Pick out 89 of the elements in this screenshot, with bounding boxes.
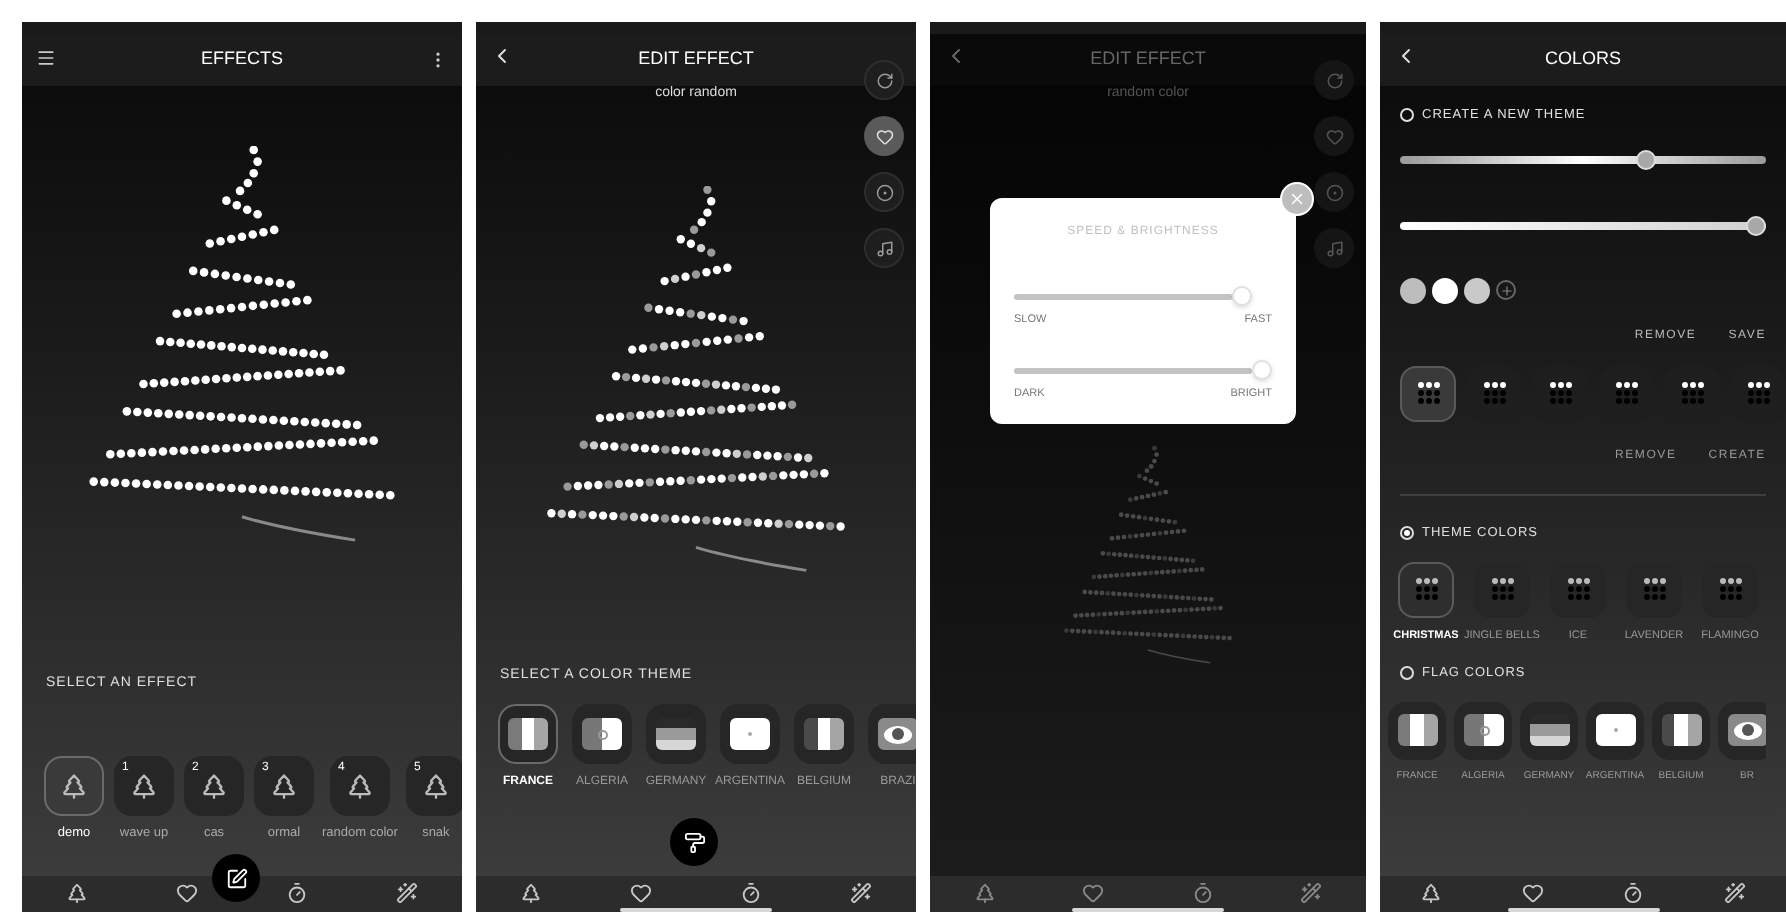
wand-icon[interactable]: [850, 882, 872, 904]
rotate-icon: [875, 71, 893, 89]
radio-button[interactable]: [1400, 666, 1414, 681]
tree-icon[interactable]: [973, 882, 996, 904]
flag-icon: [804, 718, 844, 750]
flag-tile[interactable]: [794, 704, 854, 764]
color-swatch[interactable]: [1464, 277, 1490, 304]
flag-tile[interactable]: [498, 704, 558, 764]
dot-grid-icon: [1549, 382, 1571, 405]
radio-button[interactable]: [1400, 526, 1414, 541]
timer-icon[interactable]: [1622, 882, 1645, 904]
tree-icon: [421, 771, 450, 799]
screen-title: EDIT EFFECT: [1088, 46, 1208, 73]
flag-icon: [1397, 714, 1437, 746]
tree-icon[interactable]: [66, 882, 88, 904]
dot-grid-icon: [1417, 382, 1439, 405]
heart-icon[interactable]: [630, 882, 652, 904]
slider-thumb: [1252, 360, 1272, 381]
dot-grid-icon: [1681, 382, 1703, 405]
flag-tile[interactable]: [646, 704, 706, 764]
wand-icon[interactable]: [396, 882, 418, 904]
flag-icon: [878, 718, 916, 750]
heart-icon[interactable]: [176, 882, 198, 904]
color-swatch[interactable]: [1432, 277, 1458, 304]
flag-tile[interactable]: [1652, 701, 1710, 759]
flag-icon: [1661, 714, 1701, 746]
effect-tile[interactable]: [44, 755, 104, 815]
flag-tile[interactable]: [1388, 701, 1446, 759]
slider-thumb: [1232, 286, 1253, 306]
close-icon: [1288, 190, 1306, 208]
flag-icon: [1727, 714, 1766, 746]
flag-icon: [1529, 714, 1569, 746]
theme-tile[interactable]: [1398, 561, 1454, 617]
dot-grid-icon: [1415, 578, 1437, 600]
heart-icon[interactable]: [1082, 882, 1105, 904]
flag-tile[interactable]: [572, 704, 632, 764]
dialog-slider[interactable]: [1014, 360, 1272, 381]
heart-icon: [875, 127, 893, 145]
flag-tile[interactable]: [868, 704, 916, 764]
flag-tile[interactable]: [1454, 701, 1512, 759]
flag-icon: [656, 718, 696, 750]
flag-icon: [582, 718, 622, 750]
screen-title: EDIT EFFECT: [636, 46, 756, 73]
hue-slider[interactable]: [1400, 149, 1766, 170]
radio-button[interactable]: [1400, 108, 1414, 123]
heart-icon: [1325, 127, 1343, 145]
flag-icon: [1463, 714, 1503, 746]
screen-title: EFFECTS: [198, 46, 285, 73]
dot-grid-icon: [1483, 382, 1505, 405]
target-icon: [1325, 183, 1343, 201]
flag-icon: [730, 718, 770, 750]
tree-icon: [60, 771, 88, 799]
tree-icon: [200, 771, 228, 799]
timer-icon[interactable]: [740, 882, 762, 904]
add-color-button[interactable]: [1496, 280, 1516, 301]
dot-grid-icon: [1567, 578, 1589, 600]
dot-grid-icon: [1615, 382, 1637, 405]
plus-icon: [1499, 283, 1513, 298]
dot-grid-icon: [1643, 578, 1665, 600]
brightness-slider[interactable]: [1400, 215, 1766, 236]
edit-icon: [225, 867, 247, 889]
tree-icon: [130, 771, 158, 799]
flag-tile[interactable]: [720, 704, 780, 764]
screen-title: COLORS: [1542, 46, 1623, 73]
flag-tile[interactable]: [1520, 701, 1578, 759]
tree-icon: [270, 771, 298, 799]
wand-icon[interactable]: [1300, 882, 1323, 904]
dot-grid-icon: [1719, 578, 1741, 600]
tree-icon[interactable]: [1419, 882, 1442, 904]
target-icon: [875, 183, 893, 201]
paint-roller-icon: [683, 831, 705, 853]
flag-tile[interactable]: [1718, 701, 1766, 759]
rotate-icon: [1325, 71, 1343, 89]
dot-grid-icon: [1491, 578, 1513, 600]
timer-icon[interactable]: [286, 882, 308, 904]
color-swatch[interactable]: [1400, 277, 1426, 304]
tree-icon: [345, 771, 374, 799]
music-icon: [1325, 239, 1343, 257]
flag-tile[interactable]: [1586, 701, 1644, 759]
theme-tile[interactable]: [1400, 365, 1456, 422]
wand-icon[interactable]: [1724, 882, 1747, 904]
timer-icon[interactable]: [1191, 882, 1214, 904]
flag-icon: [508, 718, 548, 750]
tree-icon[interactable]: [520, 882, 542, 904]
heart-icon[interactable]: [1521, 882, 1544, 904]
music-icon: [875, 239, 893, 257]
menu-icon[interactable]: [36, 48, 56, 68]
dot-grid-icon: [1747, 382, 1769, 405]
flag-icon: [1595, 714, 1635, 746]
